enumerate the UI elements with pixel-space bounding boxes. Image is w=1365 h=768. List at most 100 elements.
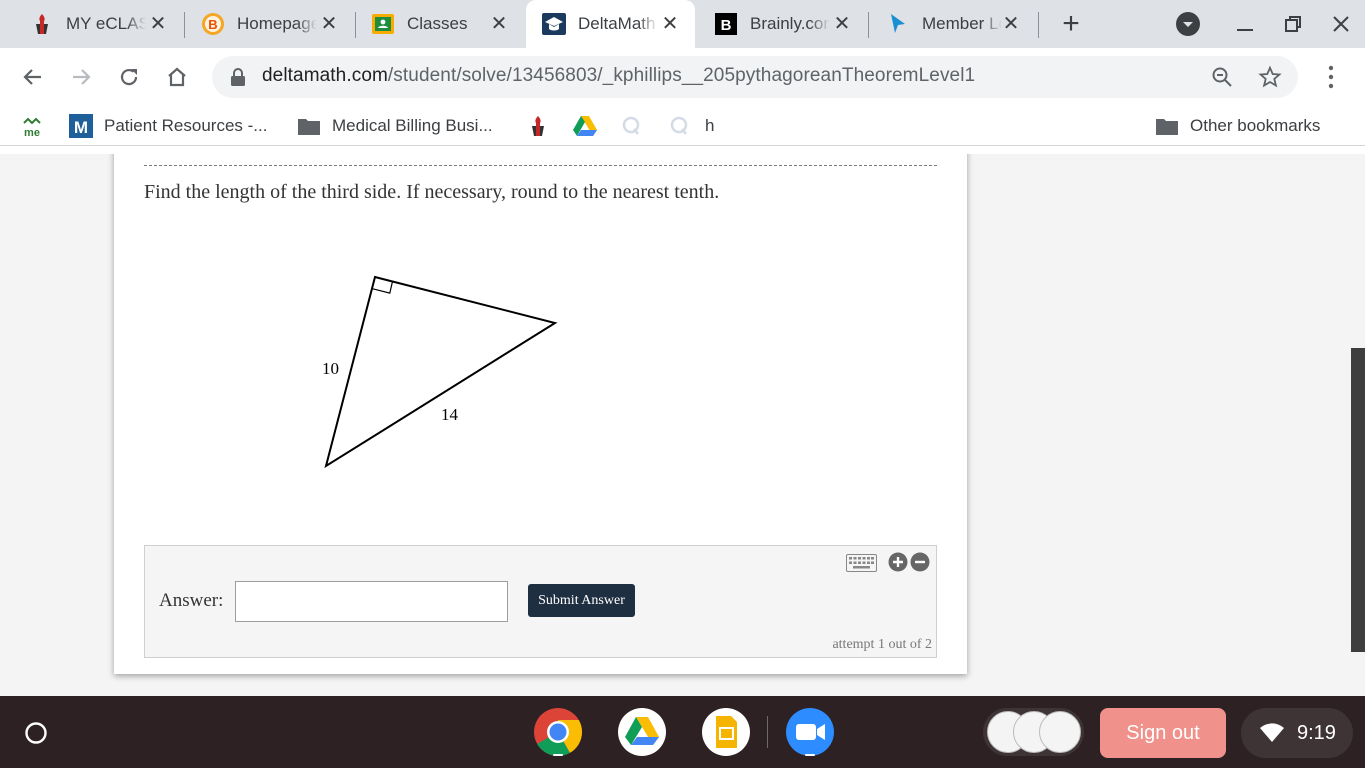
chrome-icon	[534, 708, 582, 757]
scrollbar-thumb[interactable]	[1351, 348, 1365, 652]
tab-member-login[interactable]: Member Login ✕	[856, 0, 1036, 48]
google-slides-icon	[702, 708, 750, 756]
browser-toolbar: deltamath.com/student/solve/13456803/_kp…	[0, 48, 1365, 106]
eclass-icon	[526, 114, 550, 138]
deltamath-icon	[542, 12, 566, 36]
tab-title: DeltaMath	[578, 14, 656, 33]
close-icon[interactable]: ✕	[1000, 12, 1022, 35]
bookmark-label: Medical Billing Busi...	[332, 116, 493, 135]
status-tray[interactable]: 9:19	[1241, 708, 1353, 758]
bookmark-label: h	[705, 116, 715, 135]
close-window-icon[interactable]	[1327, 10, 1355, 38]
close-icon[interactable]: ✕	[659, 12, 681, 35]
tab-title: Homepage	[237, 14, 317, 33]
running-indicator	[553, 754, 563, 756]
running-indicator	[805, 754, 815, 756]
sign-out-button[interactable]: Sign out	[1100, 708, 1226, 758]
bookmark-q-2[interactable]	[667, 114, 702, 138]
q-icon	[667, 114, 691, 138]
zoom-out-minus-icon[interactable]	[910, 552, 930, 572]
address-bar[interactable]: deltamath.com/student/solve/13456803/_kp…	[212, 56, 1298, 98]
svg-text:B: B	[721, 17, 732, 34]
reload-icon[interactable]	[114, 62, 144, 92]
tab-brainly[interactable]: B Brainly.com ✕	[684, 0, 867, 48]
shelf-app-chrome[interactable]	[532, 706, 584, 758]
answer-panel: Answer: Submit Answer attempt 1 out of 2	[144, 545, 937, 658]
back-icon[interactable]	[18, 62, 48, 92]
triangle-figure: 10 14	[322, 275, 558, 469]
google-classroom-icon	[371, 12, 395, 36]
url-text[interactable]: deltamath.com/student/solve/13456803/_kp…	[262, 65, 975, 87]
tab-title: Classes	[407, 14, 468, 33]
cursor-arrow-icon	[886, 12, 910, 36]
tab-separator	[1038, 12, 1039, 38]
window-preview-thumbnail	[1039, 711, 1081, 753]
restore-icon[interactable]	[1279, 10, 1307, 38]
shelf-separator	[767, 716, 768, 748]
minimize-icon[interactable]	[1231, 10, 1259, 38]
bookmark-q-1[interactable]	[619, 114, 654, 138]
m-logo-icon: M	[69, 114, 93, 138]
launcher-circle-icon	[24, 721, 47, 744]
tab-title: MY eCLASS	[66, 14, 146, 33]
tab-strip: MY eCLASS ✕ B Homepage ✕ Classes ✕ Delta…	[0, 0, 1365, 48]
folder-icon	[297, 114, 321, 138]
other-bookmarks-label: Other bookmarks	[1190, 116, 1321, 135]
submit-answer-button[interactable]: Submit Answer	[528, 584, 635, 617]
answer-label: Answer:	[159, 590, 224, 611]
answer-input[interactable]	[235, 581, 508, 622]
close-icon[interactable]: ✕	[831, 12, 853, 35]
page-viewport: Find the length of the third side. If ne…	[0, 154, 1365, 696]
right-angle-marker	[372, 281, 394, 294]
bookmark-drive[interactable]	[573, 114, 608, 138]
other-bookmarks[interactable]: Other bookmarks	[1155, 114, 1320, 138]
shelf-app-drive[interactable]	[616, 706, 668, 758]
shelf-app-slides[interactable]	[700, 706, 752, 758]
bookmark-star-icon[interactable]	[1258, 65, 1282, 89]
url-path: /student/solve/13456803/_kphillips__205p…	[387, 65, 976, 86]
close-icon[interactable]: ✕	[147, 12, 169, 35]
tab-deltamath[interactable]: DeltaMath ✕	[526, 0, 695, 48]
bookmark-eclass[interactable]	[526, 114, 561, 138]
folder-icon	[1155, 114, 1179, 138]
new-tab-button[interactable]: +	[1057, 7, 1085, 40]
lock-icon[interactable]	[230, 68, 246, 86]
brainly-icon: B	[714, 12, 738, 36]
bookmark-me[interactable]: me	[20, 114, 55, 138]
bookmark-folder-medical-billing[interactable]: Medical Billing Busi...	[297, 114, 493, 138]
kebab-menu-icon[interactable]	[1319, 63, 1343, 91]
tab-myeclass[interactable]: MY eCLASS ✕	[0, 0, 183, 48]
zoom-in-plus-icon[interactable]	[888, 552, 908, 572]
problem-card: Find the length of the third side. If ne…	[114, 154, 967, 674]
triangle-shape	[324, 275, 558, 469]
close-icon[interactable]: ✕	[488, 12, 510, 35]
keyboard-icon[interactable]	[846, 554, 877, 572]
zoom-icon[interactable]	[1210, 65, 1234, 89]
me-icon: me	[20, 114, 44, 138]
homepage-b-icon: B	[201, 12, 225, 36]
tab-search-icon[interactable]	[1174, 10, 1202, 38]
dashed-divider	[144, 165, 937, 166]
tab-classes[interactable]: Classes ✕	[341, 0, 524, 48]
eclass-icon	[30, 12, 54, 36]
wifi-icon	[1260, 723, 1284, 742]
forward-icon[interactable]	[66, 62, 96, 92]
close-icon[interactable]: ✕	[318, 12, 340, 35]
q-icon	[619, 114, 643, 138]
svg-text:me: me	[24, 127, 40, 138]
home-icon[interactable]	[162, 62, 192, 92]
side-label-14: 14	[441, 405, 459, 424]
clock-time: 9:19	[1297, 721, 1336, 744]
desk-preview-pod[interactable]	[983, 708, 1084, 756]
launcher-button[interactable]	[15, 712, 56, 753]
problem-instruction: Find the length of the third side. If ne…	[144, 181, 720, 203]
bookmark-patient-resources[interactable]: M Patient Resources -...	[69, 114, 267, 138]
attempt-counter: attempt 1 out of 2	[832, 637, 932, 652]
bookmark-label: Patient Resources -...	[104, 116, 268, 135]
side-label-10: 10	[322, 359, 339, 378]
os-shelf: Sign out 9:19	[0, 696, 1365, 768]
bookmark-h[interactable]: h	[705, 114, 714, 138]
tab-homepage[interactable]: B Homepage ✕	[171, 0, 354, 48]
shelf-app-zoom[interactable]	[784, 706, 836, 758]
svg-text:M: M	[74, 118, 88, 137]
